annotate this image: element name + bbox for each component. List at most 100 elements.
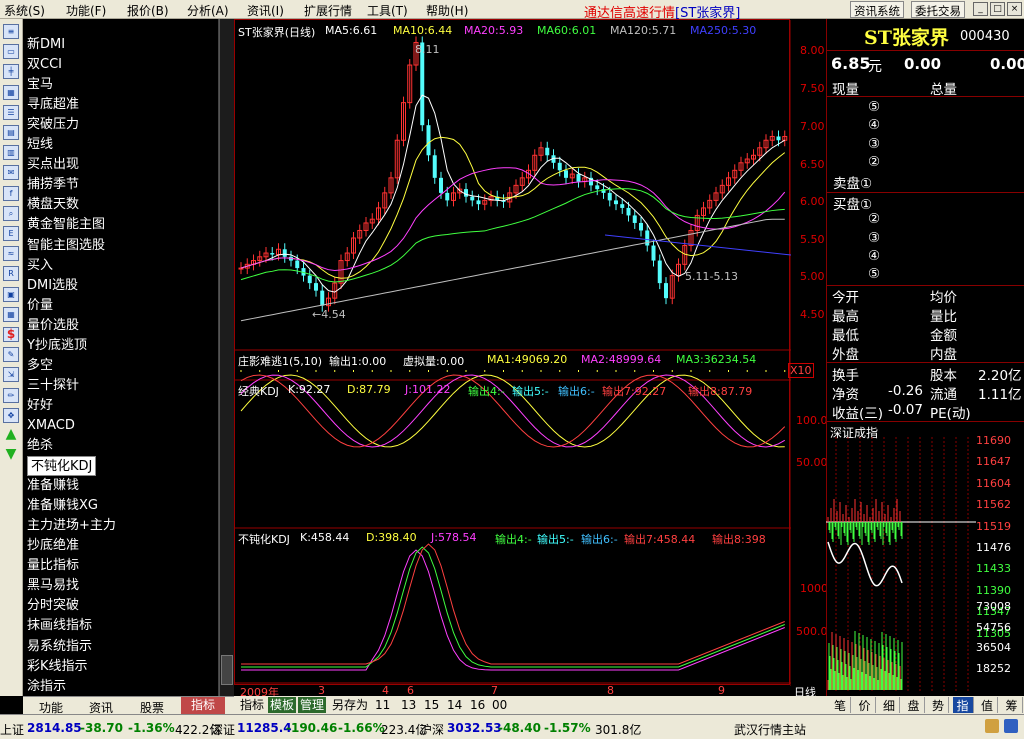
sh-label: 上证 bbox=[0, 723, 25, 737]
f10-icon[interactable]: f bbox=[3, 185, 19, 201]
up-arrow-icon[interactable]: ▲ bbox=[3, 428, 19, 443]
indicator-item[interactable]: 宝马 bbox=[27, 75, 53, 95]
indicator-item[interactable]: 主力进场+主力 bbox=[27, 516, 116, 536]
menu-help[interactable]: 帮助(H) bbox=[426, 2, 468, 19]
tools-icon[interactable]: ✎ bbox=[3, 347, 19, 363]
indicator-list-scrollbar[interactable] bbox=[219, 19, 234, 696]
down-arrow-icon[interactable]: ▼ bbox=[3, 448, 19, 463]
rsi-icon[interactable]: R bbox=[3, 266, 19, 282]
indicator-item[interactable]: 黑马易找 bbox=[27, 576, 79, 596]
menu-info[interactable]: 资讯(I) bbox=[247, 2, 284, 19]
trend-icon[interactable]: ▦ bbox=[3, 84, 19, 100]
right-tab[interactable]: 值 bbox=[977, 697, 998, 713]
wave-icon[interactable]: ≈ bbox=[3, 246, 19, 262]
right-tab[interactable]: 筹 bbox=[1002, 697, 1023, 713]
chart-toolbar-item[interactable]: 另存为 bbox=[330, 697, 370, 713]
divider bbox=[827, 96, 1024, 97]
menu-system[interactable]: 系统(S) bbox=[4, 2, 45, 19]
indicator-item[interactable]: DMI选股 bbox=[27, 276, 78, 296]
indicator-item[interactable]: 短线 bbox=[27, 135, 53, 155]
indicator-item[interactable]: Y抄底逃顶 bbox=[27, 336, 87, 356]
delegate-trade-button[interactable]: 委托交易 bbox=[911, 1, 965, 18]
kline-chart-area[interactable] bbox=[234, 19, 791, 686]
indicator-item[interactable]: 买点出现 bbox=[27, 155, 79, 175]
grid-icon[interactable]: ▤ bbox=[3, 125, 19, 140]
chart-toolbar-item[interactable]: 15 bbox=[422, 697, 441, 713]
indicator-item[interactable]: XMACD bbox=[27, 416, 75, 436]
chart-toolbar-item[interactable]: 模板 bbox=[268, 697, 297, 713]
indicator-item[interactable]: 多空 bbox=[27, 356, 53, 376]
lock-icon[interactable] bbox=[985, 719, 999, 733]
indicator-item[interactable]: 双CCI bbox=[27, 55, 62, 75]
connection-icon[interactable] bbox=[1004, 719, 1018, 733]
close-icon[interactable]: × bbox=[1007, 2, 1022, 16]
right-tab[interactable]: 指 bbox=[952, 697, 974, 713]
indicator-item[interactable]: 涂指示 bbox=[27, 677, 66, 696]
right-tab[interactable]: 细 bbox=[879, 697, 900, 713]
chart-toolbar-item[interactable]: 14 bbox=[445, 697, 464, 713]
right-tab[interactable]: 势 bbox=[928, 697, 949, 713]
calendar-icon[interactable]: ▦ bbox=[3, 306, 19, 322]
news-icon[interactable]: ✉ bbox=[3, 165, 19, 181]
right-tab[interactable]: 价 bbox=[855, 697, 876, 713]
indicator-item[interactable]: 不钝化KDJ bbox=[27, 456, 97, 477]
menu-function[interactable]: 功能(F) bbox=[66, 2, 106, 19]
pencil-icon[interactable]: ✏ bbox=[3, 387, 19, 403]
indicator-item[interactable]: 横盘天数 bbox=[27, 195, 79, 215]
menu-extended-quote[interactable]: 扩展行情 bbox=[304, 2, 352, 19]
chart-toolbar-item[interactable]: 00 bbox=[490, 697, 509, 713]
bars-icon[interactable]: ▥ bbox=[3, 145, 19, 161]
list-icon[interactable]: ≡ bbox=[3, 24, 19, 39]
indicator-item[interactable]: 三十探针 bbox=[27, 376, 79, 396]
indicator-item[interactable]: 分时突破 bbox=[27, 596, 79, 616]
indicator-item[interactable]: 准备赚钱 bbox=[27, 476, 79, 496]
right-tab[interactable]: 盘 bbox=[904, 697, 925, 713]
indicator-item[interactable]: 准备赚钱XG bbox=[27, 496, 98, 516]
indicator-item[interactable]: 新DMI bbox=[27, 35, 65, 55]
indicator-item[interactable]: 买入 bbox=[27, 256, 53, 276]
chart-toolbar-item[interactable]: 管理 bbox=[298, 697, 327, 713]
panel-icon[interactable]: ▣ bbox=[3, 286, 19, 302]
indicator-item[interactable]: 黄金智能主图 bbox=[27, 215, 105, 235]
maximize-icon[interactable]: □ bbox=[990, 2, 1005, 16]
money-icon[interactable]: $ bbox=[3, 327, 19, 342]
right-tab[interactable]: 笔 bbox=[830, 697, 851, 713]
menu-analysis[interactable]: 分析(A) bbox=[187, 2, 229, 19]
sh-pct: -1.36% bbox=[128, 721, 175, 735]
chart-toolbar-item[interactable]: 11 bbox=[373, 697, 392, 713]
export-icon[interactable]: ⇲ bbox=[3, 367, 19, 383]
candle-body bbox=[632, 215, 637, 223]
scrollbar-thumb[interactable] bbox=[221, 655, 233, 685]
indicator-item[interactable]: 绝杀 bbox=[27, 436, 53, 456]
chart-toolbar-item[interactable]: 指标 bbox=[238, 697, 266, 713]
indicator-item[interactable]: 突破压力 bbox=[27, 115, 79, 135]
indicator-item[interactable]: 量价选股 bbox=[27, 316, 79, 336]
etf-icon[interactable]: E bbox=[3, 226, 19, 241]
indicator-item[interactable]: 易系统指示 bbox=[27, 637, 92, 657]
menu-quote[interactable]: 报价(B) bbox=[127, 2, 169, 19]
chart-icon[interactable]: ▭ bbox=[3, 44, 19, 60]
move-icon[interactable]: ✥ bbox=[3, 407, 19, 423]
indicator-item[interactable]: 抹画线指标 bbox=[27, 616, 92, 636]
chart-toolbar-item[interactable]: 16 bbox=[468, 697, 487, 713]
indicator-item[interactable]: 寻底超准 bbox=[27, 95, 79, 115]
minimize-icon[interactable]: _ bbox=[973, 2, 988, 16]
search-icon[interactable]: ⌕ bbox=[3, 205, 19, 221]
indicator-item[interactable]: 量比指标 bbox=[27, 556, 79, 576]
indicator-item[interactable]: 抄底绝准 bbox=[27, 536, 79, 556]
info-system-button[interactable]: 资讯系统 bbox=[850, 1, 904, 18]
vol-ma2: MA2:48999.64 bbox=[581, 353, 662, 366]
price-tick: 7.50 bbox=[800, 82, 825, 95]
menu-tools[interactable]: 工具(T) bbox=[367, 2, 408, 19]
indicator-item[interactable]: 好好 bbox=[27, 396, 53, 416]
kdj-title: 经典KDJ bbox=[238, 385, 279, 398]
indicator-item[interactable]: 彩K线指示 bbox=[27, 657, 88, 677]
chart-toolbar-item[interactable]: 13 bbox=[399, 697, 418, 713]
indicator-item[interactable]: 捕捞季节 bbox=[27, 175, 79, 195]
indicator-item[interactable]: 智能主图选股 bbox=[27, 236, 105, 256]
indicator-item[interactable]: 价量 bbox=[27, 296, 53, 316]
value-float: 1.11亿 bbox=[978, 387, 1022, 403]
candle-icon[interactable]: ╪ bbox=[3, 64, 19, 80]
tab-indicators[interactable]: 指标 bbox=[181, 697, 226, 714]
table-icon[interactable]: ☰ bbox=[3, 104, 19, 120]
